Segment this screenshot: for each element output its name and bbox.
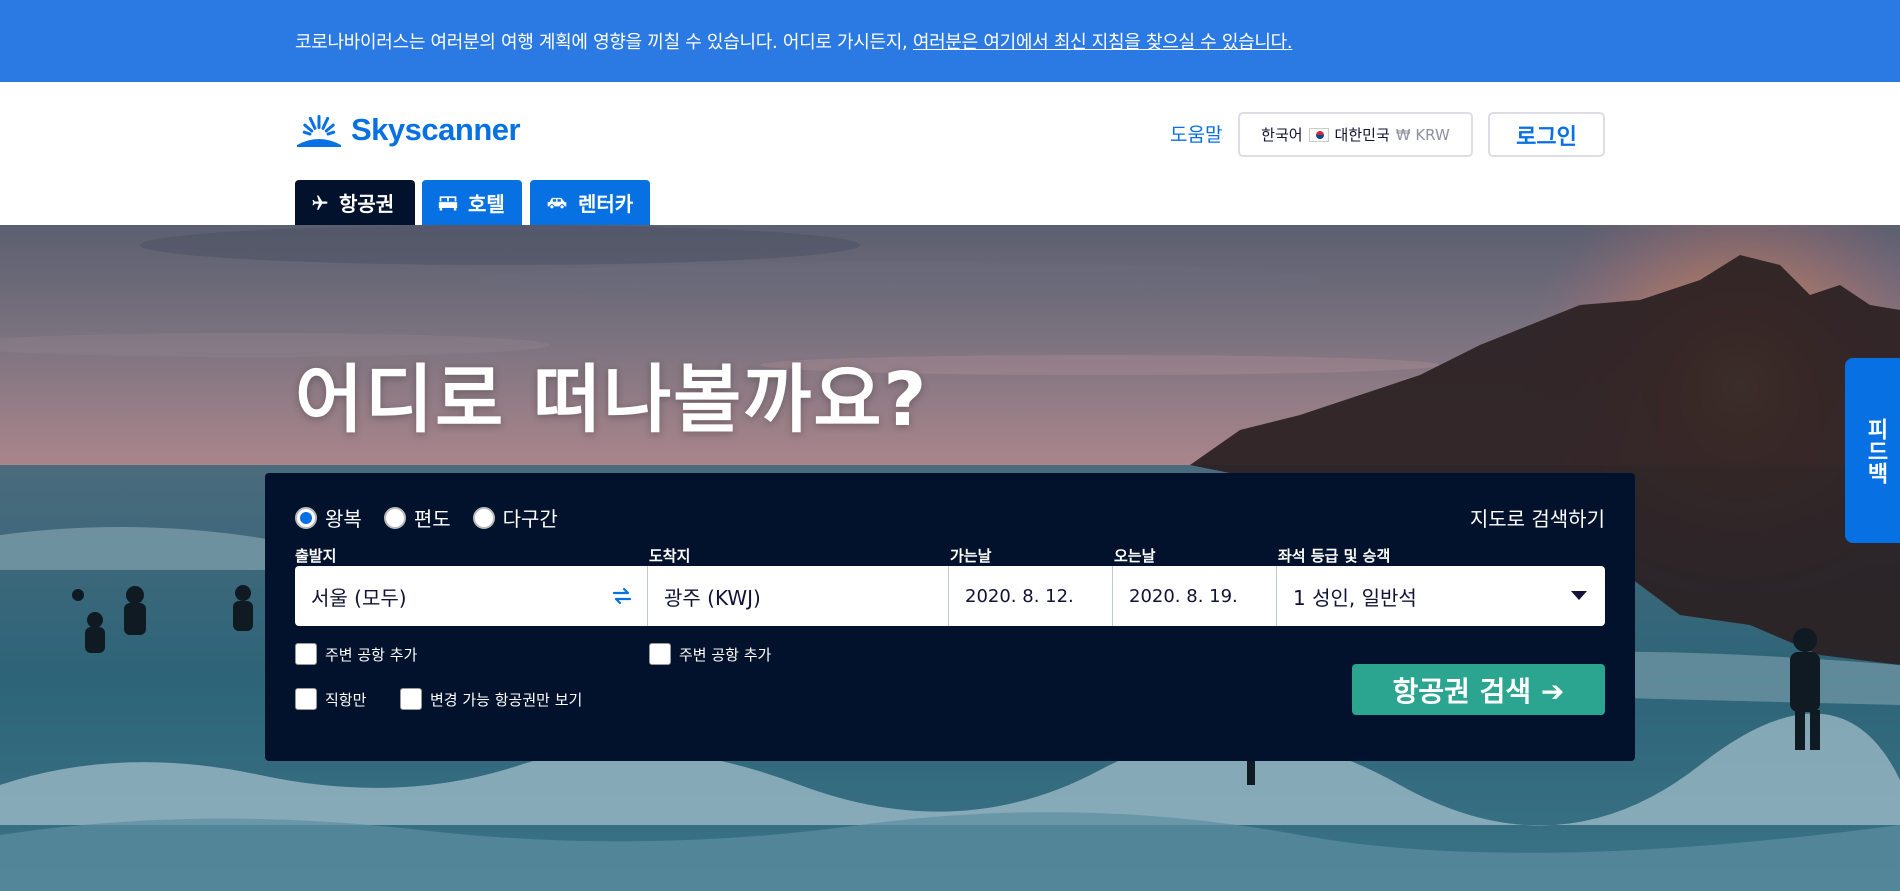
search-on-map-link[interactable]: 지도로 검색하기 bbox=[1470, 503, 1605, 532]
search-fields: 서울 (모두) 광주 (KWJ) 2020. 8. 12. 2020. 8. 1… bbox=[295, 566, 1605, 626]
search-flights-label: 항공권 검색 ➔ bbox=[1392, 674, 1565, 708]
destination-nearby-airports-checkbox[interactable]: 주변 공항 추가 bbox=[649, 643, 771, 665]
feedback-tab[interactable]: 피드백 bbox=[1845, 358, 1900, 543]
destination-input[interactable]: 광주 (KWJ) bbox=[648, 566, 949, 626]
origin-nearby-label: 주변 공항 추가 bbox=[325, 645, 418, 664]
korea-flag-icon bbox=[1308, 127, 1329, 142]
flexible-tickets-checkbox[interactable]: 변경 가능 항공권만 보기 bbox=[400, 688, 582, 710]
checkbox-icon[interactable] bbox=[295, 643, 317, 665]
checkbox-icon[interactable] bbox=[400, 688, 422, 710]
flight-search-panel: 왕복 편도 다구간 지도로 검색하기 출발지 도착지 가는날 오는날 좌석 등급… bbox=[265, 473, 1635, 761]
sunrise-logo-icon bbox=[297, 115, 341, 147]
skyscanner-logo[interactable]: Skyscanner bbox=[295, 112, 521, 148]
car-icon bbox=[547, 197, 567, 209]
tab-hotels-label: 호텔 bbox=[468, 192, 505, 216]
banner-guidance-link[interactable]: 여러분은 여기에서 최신 지침을 찾으실 수 있습니다. bbox=[913, 32, 1293, 53]
direct-flights-label: 직항만 bbox=[325, 690, 367, 709]
locale-selector-button[interactable]: 한국어 대한민국 ₩ KRW bbox=[1238, 112, 1473, 157]
feedback-label: 피드백 bbox=[1863, 418, 1888, 484]
tab-car-hire[interactable]: 렌터카 bbox=[530, 180, 650, 225]
depart-date-value: 2020. 8. 12. bbox=[965, 585, 1074, 607]
destination-nearby-label: 주변 공항 추가 bbox=[679, 645, 772, 664]
return-label: 오는날 bbox=[1114, 547, 1156, 565]
hero-title: 어디로 떠나볼까요? bbox=[295, 357, 929, 443]
destination-label: 도착지 bbox=[649, 547, 691, 565]
swap-icon[interactable] bbox=[611, 586, 633, 606]
search-flights-button[interactable]: 항공권 검색 ➔ bbox=[1352, 664, 1605, 715]
help-link[interactable]: 도움말 bbox=[1170, 120, 1222, 147]
origin-nearby-airports-checkbox[interactable]: 주변 공항 추가 bbox=[295, 643, 417, 665]
chevron-down-icon bbox=[1571, 591, 1587, 600]
destination-value: 광주 (KWJ) bbox=[664, 585, 761, 610]
covid-banner: 코로나바이러스는 여러분의 여행 계획에 영향을 끼칠 수 있습니다. 어디로 … bbox=[0, 0, 1900, 82]
banner-message: 코로나바이러스는 여러분의 여행 계획에 영향을 끼칠 수 있습니다. 어디로 … bbox=[295, 28, 1293, 54]
radio-icon[interactable] bbox=[383, 506, 406, 529]
radio-selected-icon[interactable] bbox=[295, 506, 317, 529]
trip-type-multi-city[interactable]: 다구간 bbox=[472, 503, 558, 532]
login-button[interactable]: 로그인 bbox=[1488, 112, 1605, 157]
checkbox-icon[interactable] bbox=[649, 643, 671, 665]
cabin-value: 1 성인, 일반석 bbox=[1293, 585, 1417, 610]
plane-icon bbox=[312, 195, 328, 210]
radio-icon[interactable] bbox=[472, 506, 495, 529]
return-date-value: 2020. 8. 19. bbox=[1129, 585, 1238, 607]
direct-flights-checkbox[interactable]: 직항만 bbox=[295, 688, 366, 710]
origin-label: 출발지 bbox=[295, 547, 337, 565]
trip-type-selector: 왕복 편도 다구간 bbox=[295, 503, 558, 532]
tab-hotels[interactable]: 호텔 bbox=[422, 180, 522, 225]
trip-type-multi-city-label: 다구간 bbox=[502, 507, 558, 531]
cabin-passengers-select[interactable]: 1 성인, 일반석 bbox=[1277, 566, 1605, 626]
trip-type-return-label: 왕복 bbox=[325, 507, 362, 531]
checkbox-icon[interactable] bbox=[295, 688, 317, 710]
logo-wordmark: Skyscanner bbox=[351, 112, 521, 147]
banner-text: 코로나바이러스는 여러분의 여행 계획에 영향을 끼칠 수 있습니다. 어디로 … bbox=[295, 32, 913, 53]
tab-flights[interactable]: 항공권 bbox=[295, 180, 415, 225]
country-label: 대한민국 bbox=[1334, 126, 1390, 144]
depart-date-input[interactable]: 2020. 8. 12. bbox=[949, 566, 1113, 626]
tab-flights-label: 항공권 bbox=[339, 192, 395, 216]
tab-car-hire-label: 렌터카 bbox=[578, 192, 634, 216]
bed-icon bbox=[438, 195, 458, 210]
currency-label: ₩ KRW bbox=[1395, 125, 1450, 144]
flexible-tickets-label: 변경 가능 항공권만 보기 bbox=[430, 690, 583, 709]
origin-input[interactable]: 서울 (모두) bbox=[295, 566, 648, 626]
trip-type-one-way-label: 편도 bbox=[413, 507, 451, 531]
origin-value: 서울 (모두) bbox=[311, 585, 407, 610]
trip-type-return[interactable]: 왕복 bbox=[295, 503, 362, 532]
language-label: 한국어 bbox=[1261, 126, 1303, 144]
cabin-label: 좌석 등급 및 승객 bbox=[1278, 547, 1391, 565]
depart-label: 가는날 bbox=[950, 547, 992, 565]
site-header: Skyscanner 도움말 한국어 대한민국 ₩ KRW 로그인 항공권 호텔… bbox=[0, 82, 1900, 225]
trip-type-one-way[interactable]: 편도 bbox=[383, 503, 451, 532]
return-date-input[interactable]: 2020. 8. 19. bbox=[1113, 566, 1277, 626]
